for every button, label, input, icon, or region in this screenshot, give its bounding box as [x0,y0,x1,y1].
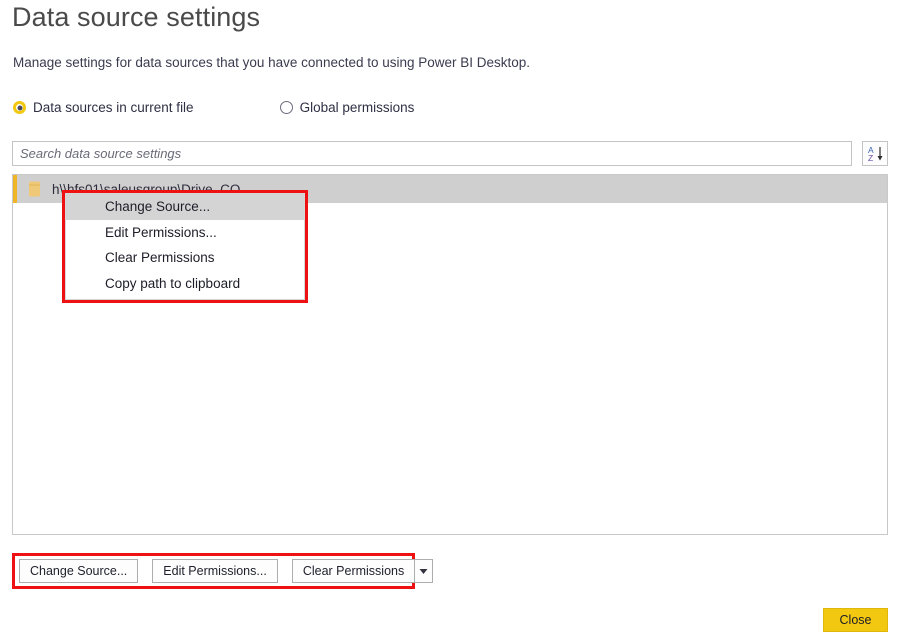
clear-permissions-dropdown-button[interactable] [414,559,434,583]
change-source-button[interactable]: Change Source... [19,559,139,583]
search-input[interactable] [12,141,852,166]
clear-permissions-button[interactable]: Clear Permissions [291,559,415,583]
context-menu[interactable]: Change Source... Edit Permissions... Cle… [65,193,305,300]
radio-selected-icon [13,101,26,114]
radio-global-permissions[interactable]: Global permissions [279,100,415,115]
context-menu-item-change-source[interactable]: Change Source... [66,194,304,220]
radio-unselected-icon [279,101,293,114]
action-bar-highlight: Change Source... Edit Permissions... Cle… [12,553,434,589]
context-menu-highlight: Change Source... Edit Permissions... Cle… [62,190,308,303]
close-button[interactable]: Close [823,608,888,632]
context-menu-item-clear-permissions[interactable]: Clear Permissions [66,245,304,271]
search-row: A Z [12,141,888,166]
context-menu-item-edit-permissions[interactable]: Edit Permissions... [66,220,304,246]
clear-permissions-split-button: Clear Permissions [291,559,434,583]
context-menu-item-copy-path[interactable]: Copy path to clipboard [66,271,304,297]
sort-az-button[interactable]: A Z [862,141,888,166]
page-subtitle: Manage settings for data sources that yo… [13,55,531,70]
action-bar: Change Source... Edit Permissions... Cle… [15,556,434,586]
radio-label: Data sources in current file [33,100,194,115]
sort-az-icon: A Z [868,145,882,162]
svg-text:Z: Z [868,153,873,162]
page-title: Data source settings [12,2,261,32]
radio-label: Global permissions [299,100,415,115]
chevron-down-icon [419,568,428,574]
edit-permissions-button[interactable]: Edit Permissions... [152,559,278,583]
row-accent-bar [13,175,17,203]
database-folder-icon [23,175,45,203]
radio-data-sources-in-current-file[interactable]: Data sources in current file [13,100,194,115]
scope-radio-group: Data sources in current file Global perm… [13,100,414,115]
